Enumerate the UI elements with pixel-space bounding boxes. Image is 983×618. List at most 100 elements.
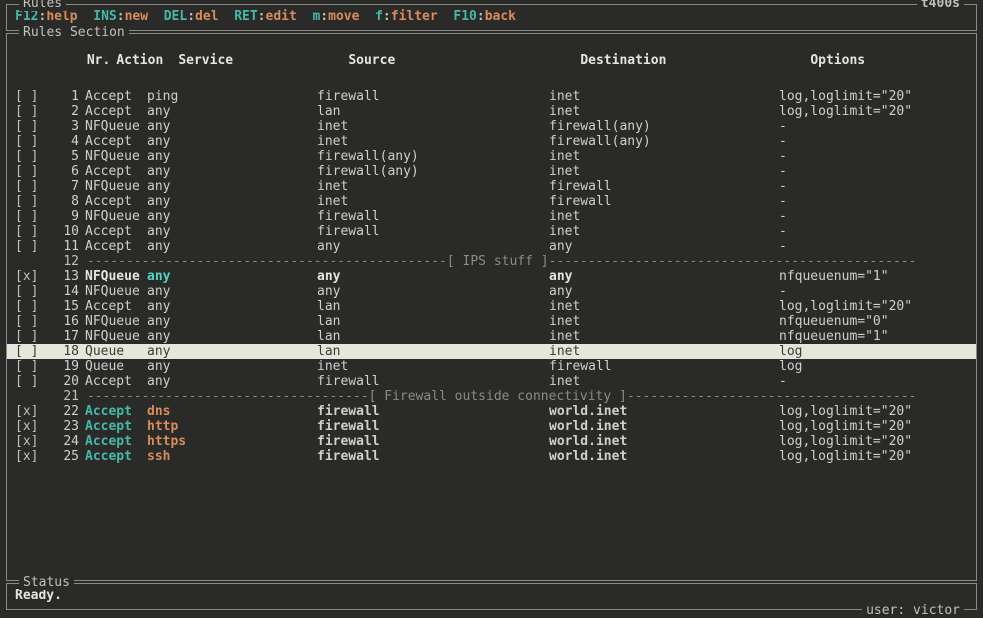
separator-row: 21 ------------------------------------[…	[15, 389, 968, 404]
row-checkbox[interactable]: [x]	[15, 269, 49, 284]
row-service: any	[147, 359, 317, 374]
row-checkbox[interactable]: [ ]	[15, 194, 49, 209]
row-checkbox[interactable]: [ ]	[15, 89, 49, 104]
row-options: -	[779, 284, 787, 299]
row-checkbox[interactable]: [ ]	[15, 119, 49, 134]
table-row[interactable]: [ ]15Acceptanylaninetlog,loglimit="20"	[15, 299, 968, 314]
row-source: any	[317, 284, 549, 299]
menu-action-del[interactable]: del	[195, 9, 218, 24]
row-source: firewall(any)	[317, 164, 549, 179]
menu-action-help[interactable]: help	[46, 9, 77, 24]
table-row[interactable]: [ ]17NFQueueanylaninetnfqueuenum="1"	[15, 329, 968, 344]
row-service: dns	[147, 404, 317, 419]
row-checkbox[interactable]: [ ]	[15, 329, 49, 344]
row-source: firewall	[317, 209, 549, 224]
row-destination: world.inet	[549, 449, 779, 464]
table-row[interactable]: [ ]11Acceptanyanyany-	[15, 239, 968, 254]
row-number: 17	[49, 329, 79, 344]
table-row[interactable]: [ ]4Acceptanyinetfirewall(any)-	[15, 134, 968, 149]
row-service: any	[147, 329, 317, 344]
row-service: any	[147, 314, 317, 329]
table-row[interactable]: [ ]16NFQueueanylaninetnfqueuenum="0"	[15, 314, 968, 329]
menu-key-back[interactable]: F10	[453, 9, 476, 24]
row-options: nfqueuenum="1"	[779, 329, 889, 344]
row-options: log,loglimit="20"	[779, 89, 912, 104]
menu-key-move[interactable]: m	[312, 9, 320, 24]
table-row[interactable]: [ ]20Acceptanyfirewallinet-	[15, 374, 968, 389]
table-row[interactable]: [ ]8Acceptanyinetfirewall-	[15, 194, 968, 209]
row-action: Accept	[79, 164, 147, 179]
menu-action-back[interactable]: back	[485, 9, 516, 24]
menu-key-edit[interactable]: RET	[234, 9, 257, 24]
row-destination: firewall(any)	[549, 134, 779, 149]
rules-box-label: Rules Section	[19, 25, 129, 40]
menu-action-new[interactable]: new	[125, 9, 148, 24]
table-row[interactable]: [ ]1Acceptpingfirewallinetlog,loglimit="…	[15, 89, 968, 104]
menu-bar[interactable]: F12:help INS:new DEL:del RET:edit m:move…	[15, 9, 968, 24]
row-checkbox[interactable]: [ ]	[15, 314, 49, 329]
table-row[interactable]: [ ]6Acceptanyfirewall(any)inet-	[15, 164, 968, 179]
row-checkbox[interactable]: [ ]	[15, 149, 49, 164]
row-number: 4	[49, 134, 79, 149]
row-action: Accept	[79, 134, 147, 149]
table-row[interactable]: [ ]2Acceptanylaninetlog,loglimit="20"	[15, 104, 968, 119]
row-checkbox[interactable]: [ ]	[15, 344, 49, 359]
table-row[interactable]: [ ]3NFQueueanyinetfirewall(any)-	[15, 119, 968, 134]
table-row[interactable]: [x]13NFQueueanyanyanynfqueuenum="1"	[15, 269, 968, 284]
row-action: NFQueue	[79, 119, 147, 134]
row-checkbox[interactable]: [ ]	[15, 224, 49, 239]
menu-key-filter[interactable]: f	[375, 9, 383, 24]
menu-key-new[interactable]: INS	[93, 9, 116, 24]
row-checkbox[interactable]: [x]	[15, 404, 49, 419]
row-checkbox[interactable]: [x]	[15, 419, 49, 434]
row-checkbox[interactable]: [ ]	[15, 239, 49, 254]
table-row[interactable]: [x]25Acceptsshfirewallworld.inetlog,logl…	[15, 449, 968, 464]
row-checkbox[interactable]: [ ]	[15, 179, 49, 194]
row-checkbox[interactable]: [ ]	[15, 299, 49, 314]
row-source: inet	[317, 119, 549, 134]
row-checkbox[interactable]: [x]	[15, 434, 49, 449]
rules-list[interactable]: [ ]1Acceptpingfirewallinetlog,loglimit="…	[15, 89, 968, 464]
table-row[interactable]: [x]22Acceptdnsfirewallworld.inetlog,logl…	[15, 404, 968, 419]
menu-key-del[interactable]: DEL	[164, 9, 187, 24]
row-checkbox[interactable]: [ ]	[15, 104, 49, 119]
row-source: firewall	[317, 434, 549, 449]
row-options: log,loglimit="20"	[779, 419, 912, 434]
table-row[interactable]: [ ]18Queueanylaninetlog	[7, 344, 976, 359]
row-number: 25	[49, 449, 79, 464]
row-service: any	[147, 224, 317, 239]
row-source: any	[317, 239, 549, 254]
table-row[interactable]: [x]24Accepthttpsfirewallworld.inetlog,lo…	[15, 434, 968, 449]
menu-action-move[interactable]: move	[328, 9, 359, 24]
row-options: log	[779, 344, 802, 359]
table-row[interactable]: [ ]9NFQueueanyfirewallinet-	[15, 209, 968, 224]
row-checkbox[interactable]: [ ]	[15, 284, 49, 299]
status-box: Status Ready. user: victor	[6, 583, 977, 610]
table-row[interactable]: [ ]14NFQueueanyanyany-	[15, 284, 968, 299]
row-destination: world.inet	[549, 419, 779, 434]
table-row[interactable]: [ ]10Acceptanyfirewallinet-	[15, 224, 968, 239]
table-row[interactable]: [x]23Accepthttpfirewallworld.inetlog,log…	[15, 419, 968, 434]
row-checkbox[interactable]: [x]	[15, 449, 49, 464]
row-checkbox[interactable]: [ ]	[15, 209, 49, 224]
menu-action-filter[interactable]: filter	[391, 9, 438, 24]
row-options: log	[779, 359, 802, 374]
table-row[interactable]: [ ]7NFQueueanyinetfirewall-	[15, 179, 968, 194]
row-action: Queue	[79, 344, 147, 359]
row-checkbox[interactable]: [ ]	[15, 134, 49, 149]
row-destination: inet	[549, 89, 779, 104]
row-options: -	[779, 239, 787, 254]
row-service: any	[147, 134, 317, 149]
row-destination: inet	[549, 209, 779, 224]
menu-key-help[interactable]: F12	[15, 9, 38, 24]
row-number: 14	[49, 284, 79, 299]
row-source: lan	[317, 299, 549, 314]
table-row[interactable]: [ ]19Queueanyinetfirewalllog	[15, 359, 968, 374]
row-checkbox[interactable]: [ ]	[15, 164, 49, 179]
menu-action-edit[interactable]: edit	[266, 9, 297, 24]
row-checkbox[interactable]: [ ]	[15, 359, 49, 374]
row-action: Queue	[79, 359, 147, 374]
row-checkbox[interactable]: [ ]	[15, 374, 49, 389]
table-row[interactable]: [ ]5NFQueueanyfirewall(any)inet-	[15, 149, 968, 164]
row-destination: firewall	[549, 359, 779, 374]
